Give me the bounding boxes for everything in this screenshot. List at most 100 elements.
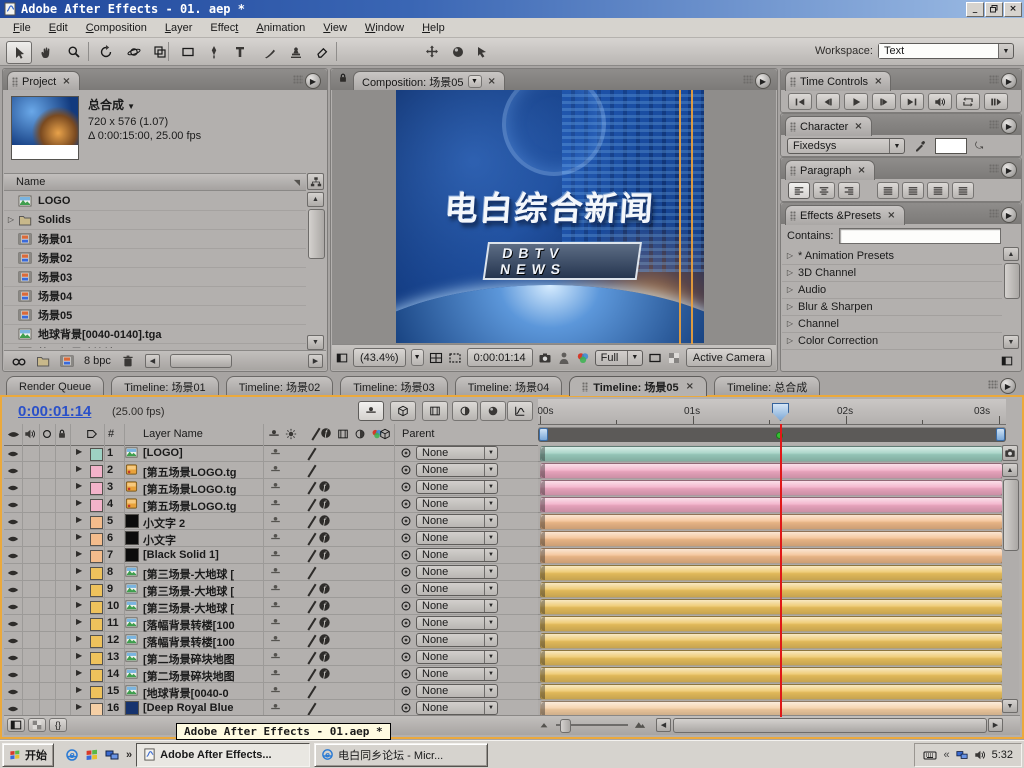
eye-icon[interactable] [7,703,19,715]
quick-launch-mail-icon[interactable] [82,745,102,765]
effects-group[interactable]: ▷Blur & Sharpen [782,298,1002,316]
trash-icon[interactable] [121,354,135,368]
track-row[interactable] [538,496,1006,513]
shy-toggle-icon[interactable] [270,668,281,679]
track-row[interactable] [538,683,1006,700]
scroll-right-button[interactable]: ▶ [308,354,323,368]
layer-bar[interactable] [540,531,1003,547]
taskbar-task[interactable]: Adobe After Effects... [136,743,310,767]
parent-dropdown[interactable]: None▼ [416,446,498,460]
pen-tool[interactable] [202,41,226,62]
track-row[interactable] [538,547,1006,564]
expand-triangle-icon[interactable]: ▶ [76,498,82,507]
expand-triangle-icon[interactable]: ▶ [76,481,82,490]
expand-triangle-icon[interactable]: ▷ [782,302,798,311]
quick-launch-ie-icon[interactable] [62,745,82,765]
workspace-dropdown[interactable]: Text ▼ [878,43,1014,59]
layer-name[interactable]: [第二场景碎块地图 [143,668,261,684]
layer-name[interactable]: [第三场景-大地球 [ [143,600,261,616]
eye-icon[interactable] [7,428,20,441]
layer-row[interactable]: ▶ 1 [LOGO] None▼ [4,445,538,462]
layer-row[interactable]: ▶ 5 小文字 2 None▼ [4,513,538,530]
rectangle-mask-tool[interactable] [176,41,200,62]
scroll-up-button[interactable]: ▲ [307,192,324,207]
expand-triangle-icon[interactable]: ▶ [76,515,82,524]
shy-toggle-icon[interactable] [270,617,281,628]
quick-launch-overflow-chevron[interactable]: » [126,749,132,761]
pickwhip-icon[interactable] [400,634,412,646]
eye-icon[interactable] [7,567,19,579]
tab-effects-presets[interactable]: Effects &Presets × [785,205,905,225]
menu-view[interactable]: View [314,20,356,36]
quality-icon[interactable] [305,426,318,440]
effects-badge-icon[interactable] [318,497,331,510]
layer-row[interactable]: ▶ 2 [第五场景LOGO.tg None▼ [4,462,538,479]
magnification-dropdown[interactable]: ▼ [411,349,424,366]
layer-name[interactable]: 小文字 [143,532,261,548]
parent-dropdown[interactable]: None▼ [416,599,498,613]
layer-bar[interactable] [540,582,1003,598]
layer-name[interactable]: [地球背景[0040-0 [143,685,261,701]
pickwhip-icon[interactable] [400,583,412,595]
label-color-swatch[interactable] [90,533,103,546]
layer-name[interactable]: [第三场景-大地球 [ [143,566,261,582]
layer-row[interactable]: ▶ 7 [Black Solid 1] None▼ [4,547,538,564]
play-button[interactable] [844,93,868,110]
work-area-bar[interactable] [538,427,1006,442]
brainstorm-button[interactable] [480,401,506,421]
panel-menu-button[interactable]: ▶ [1001,162,1017,178]
justify-last-right-button[interactable] [927,182,949,199]
shy-toggle-icon[interactable] [270,583,281,594]
layer-bar[interactable] [540,616,1003,632]
shy-toggle-icon[interactable] [270,515,281,526]
lock-icon[interactable] [56,428,68,440]
swap-colors-icon[interactable]: ⤿ [975,141,983,152]
h-scrollbar-thumb[interactable] [673,718,987,733]
shy-toggle-icon[interactable] [270,549,281,560]
expand-inout-pane-button[interactable]: {} [49,718,67,732]
region-of-interest-icon[interactable] [448,351,462,365]
track-row[interactable] [538,581,1006,598]
effects-badge-icon[interactable] [318,650,331,663]
expand-triangle-icon[interactable]: ▶ [76,566,82,575]
label-color-swatch[interactable] [90,550,103,563]
layer-row[interactable]: ▶ 10 [第三场景-大地球 [ None▼ [4,598,538,615]
layer-row[interactable]: ▶ 4 [第五场景LOGO.tg None▼ [4,496,538,513]
quality-toggle[interactable] [301,582,314,595]
first-frame-button[interactable] [788,93,812,110]
close-icon[interactable]: × [874,76,882,87]
index-column-header[interactable]: # [108,428,114,440]
effects-group[interactable]: ▷* Animation Presets [782,247,1002,265]
timeline-tab[interactable]: Timeline: 场景01 [111,376,219,396]
layer-name[interactable]: [第五场景LOGO.tg [143,464,261,480]
quality-toggle[interactable] [301,616,314,629]
label-color-swatch[interactable] [90,652,103,665]
scroll-down-button[interactable]: ▼ [1003,335,1019,349]
timeline-tab[interactable]: Timeline: 场景04 [455,376,563,396]
viewer-selector-dropdown[interactable]: ▼ [468,75,482,88]
shy-toggle-icon[interactable] [270,634,281,645]
clone-stamp-tool[interactable] [284,41,308,62]
layer-name-column-header[interactable]: Layer Name [143,428,203,440]
project-item[interactable]: LOGO [4,191,306,211]
parent-dropdown[interactable]: None▼ [416,514,498,528]
layer-bar[interactable] [540,548,1003,564]
pickwhip-icon[interactable] [400,600,412,612]
eye-icon[interactable] [7,669,19,681]
effects-group[interactable]: ▷Color Correction [782,332,1002,350]
track-row[interactable] [538,615,1006,632]
expand-triangle-icon[interactable]: ▷ [4,215,18,224]
menu-effect[interactable]: Effect [201,20,247,36]
move-axis-tool[interactable] [420,41,444,62]
fill-color-swatch[interactable] [935,138,967,154]
align-left-button[interactable] [788,182,810,199]
pickwhip-icon[interactable] [400,464,412,476]
tray-collapse-chevron[interactable]: « [943,749,949,761]
layer-name[interactable]: 小文字 2 [143,515,261,531]
menu-help[interactable]: Help [413,20,454,36]
layer-bar[interactable] [540,667,1003,683]
shy-toggle-icon[interactable] [270,481,281,492]
quality-toggle[interactable] [301,497,314,510]
label-color-swatch[interactable] [90,669,103,682]
expand-triangle-icon[interactable]: ▶ [76,583,82,592]
